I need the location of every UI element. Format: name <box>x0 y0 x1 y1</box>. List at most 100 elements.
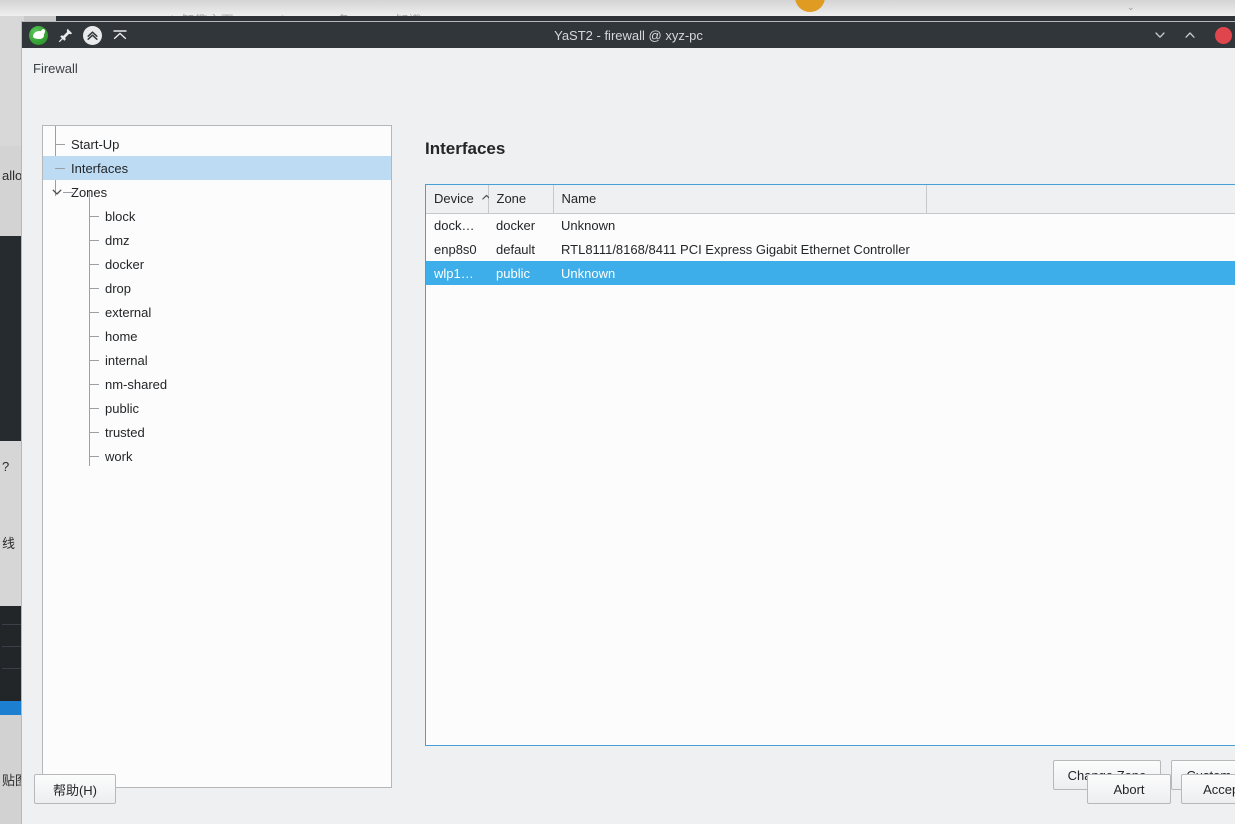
background-left-windows: allow ? 线 贴图 <box>0 16 24 824</box>
page-title: Interfaces <box>425 139 506 158</box>
sidebar-item-docker[interactable]: docker <box>43 252 391 276</box>
accept-button[interactable]: Accept <box>1181 774 1235 804</box>
cell-device: enp8s0 <box>434 241 477 257</box>
sidebar-item-label: trusted <box>105 424 145 440</box>
cell-name: Unknown <box>553 261 926 285</box>
column-header-extra[interactable] <box>926 185 1235 214</box>
tree-connector <box>55 168 65 169</box>
column-header-label: Zone <box>496 191 527 207</box>
tree-connector <box>89 432 99 433</box>
minimize-icon[interactable] <box>1145 22 1175 48</box>
sidebar-item-label: Zones <box>71 184 108 200</box>
sidebar-item-label: external <box>105 304 152 320</box>
tree-connector <box>89 240 99 241</box>
dialog-footer: 帮助(H) Abort Accept <box>22 766 1235 824</box>
sidebar-item-label: docker <box>105 256 145 272</box>
column-header-label: Device <box>434 191 474 207</box>
column-header-device[interactable]: Device <box>426 185 491 214</box>
interfaces-table-grid: Device Zone Name docker0 docker Unknown … <box>426 185 1235 285</box>
background-left-footer: 贴图 <box>0 715 24 824</box>
window-controls <box>1145 22 1235 48</box>
background-caret-icon: ⌄ <box>1127 2 1135 12</box>
tree-root: Start-Up Interfaces Zones block dmz dock… <box>43 126 391 468</box>
yast2-firewall-window: YaST2 - firewall @ xyz-pc Firewall Start… <box>22 22 1235 824</box>
cell-zone: public <box>488 261 553 285</box>
breadcrumb: Firewall <box>33 61 78 76</box>
chevron-down-icon[interactable] <box>51 186 63 198</box>
cell-device: wlp15s0 <box>426 261 488 285</box>
footer-action-group: Abort Accept <box>1087 774 1235 804</box>
table-row[interactable]: enp8s0 default RTL8111/8168/8411 PCI Exp… <box>426 237 1235 261</box>
window-titlebar[interactable]: YaST2 - firewall @ xyz-pc <box>22 22 1235 48</box>
sidebar-item-label: home <box>105 328 138 344</box>
sidebar-item-label: dmz <box>105 232 130 248</box>
sidebar-item-start-up[interactable]: Start-Up <box>43 132 391 156</box>
tree-connector <box>89 360 99 361</box>
cell-extra <box>926 213 1235 237</box>
tree-connector <box>89 312 99 313</box>
sidebar-item-drop[interactable]: drop <box>43 276 391 300</box>
abort-button[interactable]: Abort <box>1087 774 1171 804</box>
background-left-dark-panel-1 <box>0 236 24 441</box>
background-left-alert: allow <box>0 146 24 236</box>
tree-connector <box>89 288 99 289</box>
tree-connector <box>89 336 99 337</box>
cell-device: docker0 <box>434 217 481 233</box>
close-icon[interactable] <box>1205 22 1235 48</box>
firewall-navigation-tree[interactable]: Start-Up Interfaces Zones block dmz dock… <box>42 125 392 788</box>
titlebar-icon-group <box>22 25 130 46</box>
pin-icon[interactable] <box>55 25 76 46</box>
collapse-all-icon[interactable] <box>109 25 130 46</box>
tree-connector <box>63 192 73 193</box>
cell-zone: default <box>496 241 536 257</box>
sidebar-item-block[interactable]: block <box>43 204 391 228</box>
collapse-circle-icon[interactable] <box>82 25 103 46</box>
background-left-dark-panel-2 <box>0 606 24 701</box>
interfaces-table[interactable]: Device Zone Name docker0 docker Unknown … <box>425 184 1235 746</box>
table-row[interactable]: docker0 docker Unknown <box>426 213 1235 237</box>
sidebar-item-label: nm-shared <box>105 376 168 392</box>
sidebar-item-label: public <box>105 400 139 416</box>
tree-connector <box>89 216 99 217</box>
tree-connector <box>55 144 65 145</box>
sidebar-item-label: drop <box>105 280 132 296</box>
window-title: YaST2 - firewall @ xyz-pc <box>554 27 703 43</box>
sidebar-item-public[interactable]: public <box>43 396 391 420</box>
cell-zone: docker <box>496 217 536 233</box>
table-row[interactable]: wlp15s0 public Unknown <box>426 261 1235 285</box>
column-header-zone[interactable]: Zone <box>488 185 554 214</box>
column-header-name[interactable]: Name <box>553 185 927 214</box>
background-left-blue-bar <box>0 701 24 715</box>
table-body: docker0 docker Unknown enp8s0 default RT… <box>426 213 1235 285</box>
opensuse-logo-icon[interactable] <box>28 25 49 46</box>
sidebar-item-interfaces[interactable]: Interfaces <box>43 156 391 180</box>
column-header-label: Name <box>561 191 597 207</box>
tree-connector <box>89 384 99 385</box>
cell-name: Unknown <box>561 217 616 233</box>
table-header-row: Device Zone Name <box>426 185 1235 214</box>
desktop-background: ⌄ tab 智趣主页f1名知識 allow ? 线 贴图 <box>0 0 1235 824</box>
sidebar-item-zones[interactable]: Zones <box>43 180 391 204</box>
table-header: Device Zone Name <box>426 185 1235 214</box>
sidebar-item-label: internal <box>105 352 148 368</box>
sidebar-item-label: Start-Up <box>71 136 120 152</box>
sidebar-item-home[interactable]: home <box>43 324 391 348</box>
sidebar-item-nm-shared[interactable]: nm-shared <box>43 372 391 396</box>
cell-name: RTL8111/8168/8411 PCI Express Gigabit Et… <box>561 241 910 257</box>
sidebar-item-external[interactable]: external <box>43 300 391 324</box>
sidebar-item-label: Interfaces <box>71 160 129 176</box>
sidebar-item-internal[interactable]: internal <box>43 348 391 372</box>
tree-connector <box>89 408 99 409</box>
interfaces-pane: Interfaces Device Zone Name docker0 dock… <box>404 125 1235 790</box>
cell-extra <box>926 261 1235 285</box>
background-left-mid-panel: ? 线 <box>0 441 24 606</box>
sidebar-item-dmz[interactable]: dmz <box>43 228 391 252</box>
window-body: Firewall Start-Up Interfaces Zones block… <box>22 48 1235 824</box>
help-button[interactable]: 帮助(H) <box>34 774 116 804</box>
tree-connector <box>89 456 99 457</box>
sidebar-item-trusted[interactable]: trusted <box>43 420 391 444</box>
sidebar-item-work[interactable]: work <box>43 444 391 468</box>
maximize-icon[interactable] <box>1175 22 1205 48</box>
cell-extra <box>926 237 1235 261</box>
tree-connector <box>89 264 99 265</box>
